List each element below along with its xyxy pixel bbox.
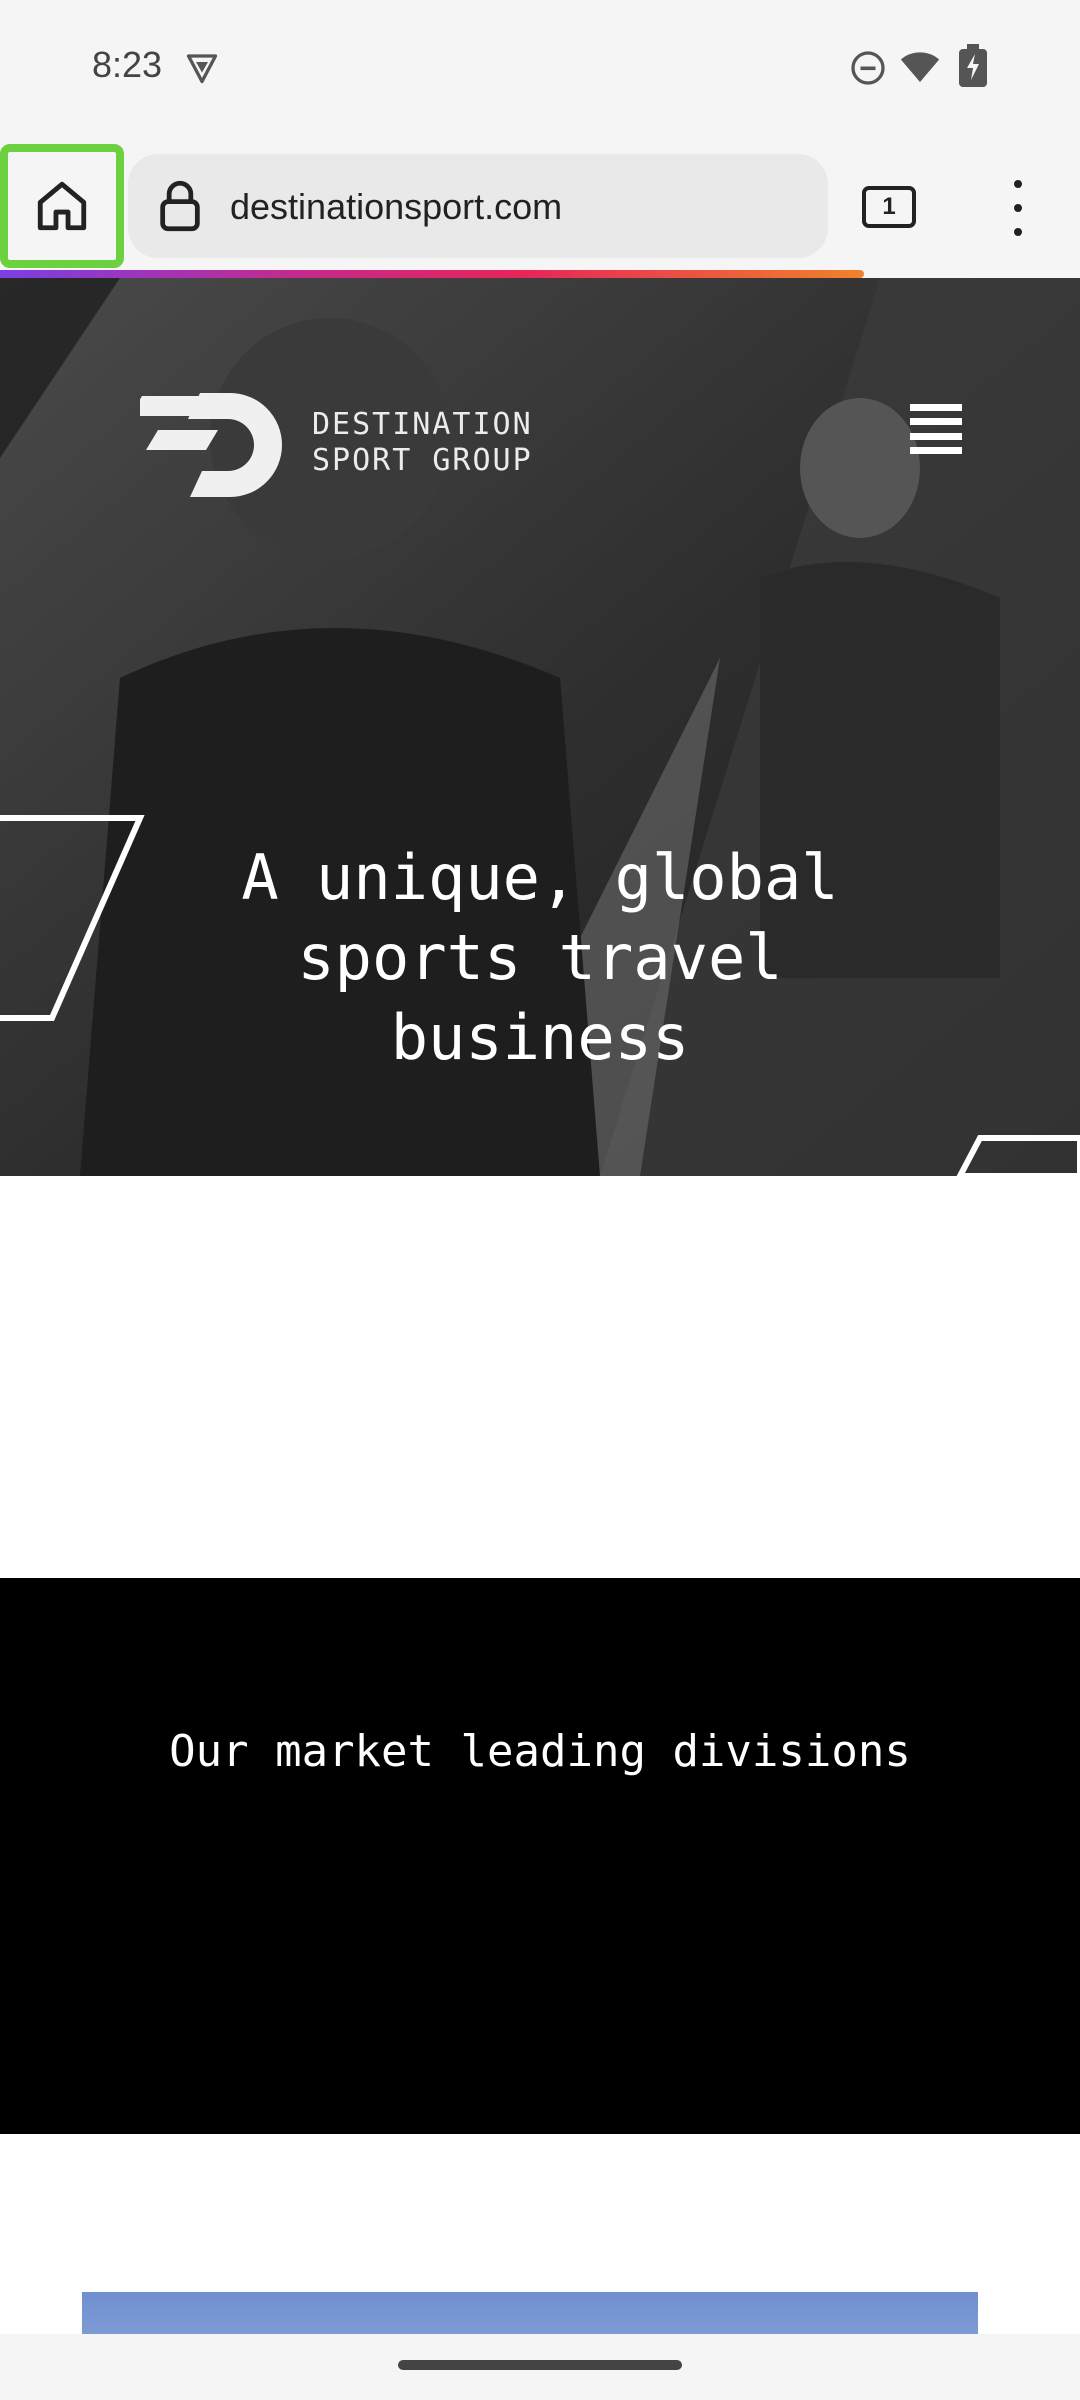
tab-count: 1 — [882, 193, 896, 220]
browser-toolbar: destinationsport.com 1 — [0, 140, 1080, 276]
home-icon — [37, 181, 87, 231]
lock-icon — [160, 180, 200, 232]
status-bar: 8:23 — [0, 0, 1080, 140]
address-bar[interactable]: destinationsport.com — [128, 154, 828, 258]
home-button[interactable] — [0, 144, 124, 268]
shield-vpn-icon — [186, 54, 218, 84]
site-logo[interactable]: DESTINATION SPORT GROUP — [140, 388, 533, 498]
tabs-button[interactable]: 1 — [862, 186, 916, 228]
hero-title-line3: business — [390, 1001, 690, 1074]
battery-icon — [959, 44, 987, 87]
hero-title: A unique, global sports travel business — [140, 838, 940, 1078]
more-menu-icon — [1014, 180, 1022, 188]
logo-text-line2: SPORT GROUP — [312, 443, 533, 478]
logo-text-line1: DESTINATION — [312, 407, 533, 442]
divisions-title: Our market leading divisions — [169, 1726, 911, 1777]
system-navigation-bar — [0, 2334, 1080, 2400]
status-time: 8:23 — [92, 44, 163, 85]
logo-mark-icon — [140, 393, 282, 497]
more-menu-button[interactable] — [994, 180, 1042, 236]
gesture-handle[interactable] — [398, 2360, 682, 2370]
hero-title-line1: A unique, global — [241, 841, 839, 914]
white-spacer — [0, 1176, 1080, 1578]
page-load-progress — [0, 270, 864, 278]
division-image[interactable] — [82, 2292, 978, 2334]
do-not-disturb-icon — [851, 51, 885, 85]
hero-section: DESTINATION SPORT GROUP A unique, global… — [0, 278, 1080, 1176]
wifi-icon — [900, 52, 940, 82]
url-text: destinationsport.com — [230, 186, 563, 227]
hamburger-menu-icon[interactable] — [910, 404, 962, 454]
hero-title-line2: sports travel — [297, 921, 783, 994]
divisions-section: Our market leading divisions — [0, 1578, 1080, 2134]
